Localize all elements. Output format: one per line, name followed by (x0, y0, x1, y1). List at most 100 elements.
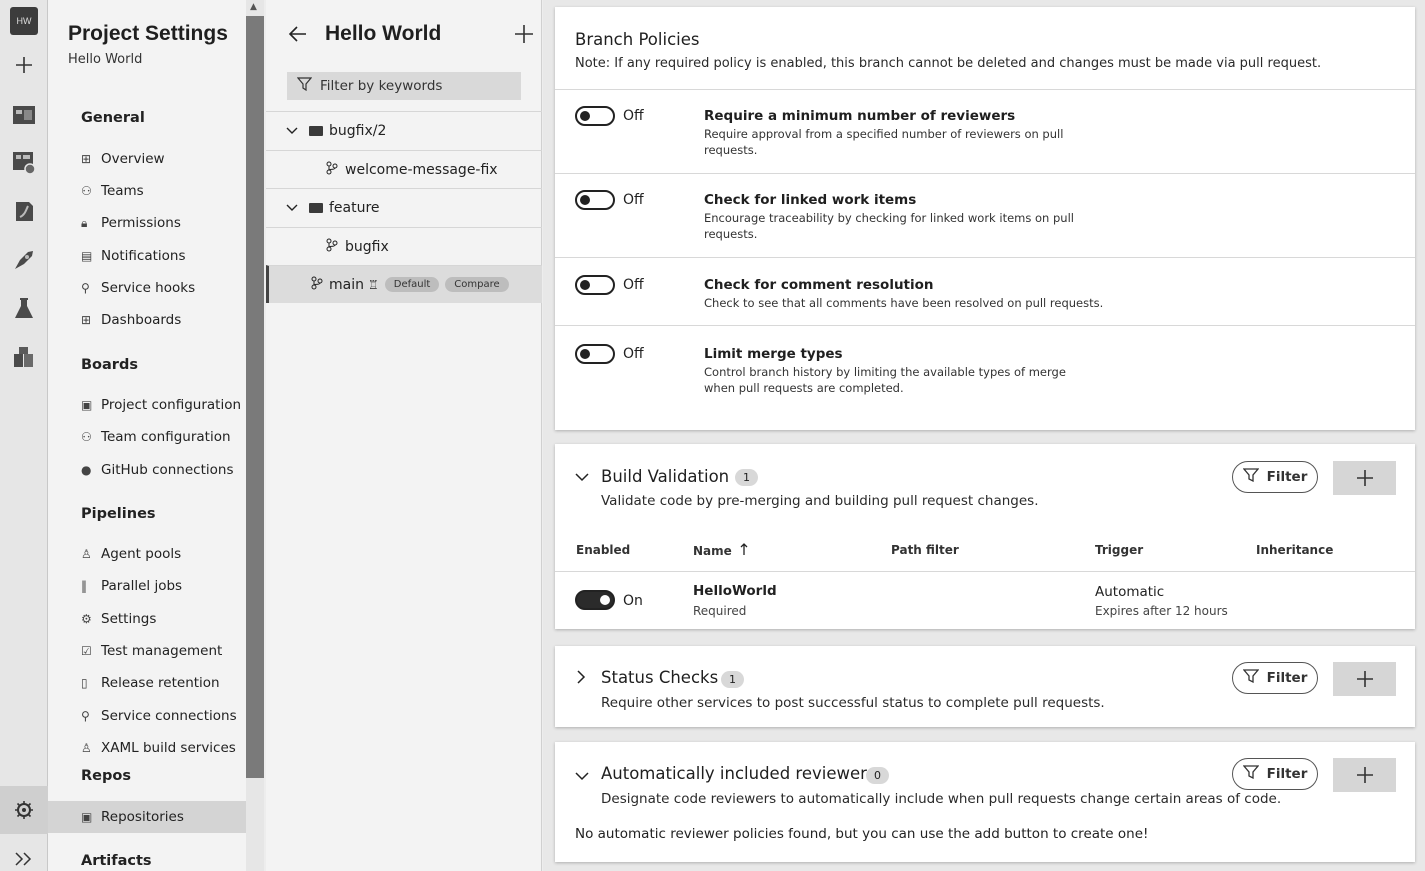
toggle-state: On (623, 593, 643, 609)
double-chevron-icon[interactable] (11, 846, 37, 871)
overview-icon: ⊞ (81, 152, 92, 166)
back-arrow-icon[interactable] (288, 24, 308, 48)
policy-desc: Encourage traceability by checking for l… (704, 211, 1074, 241)
status-checks-add-button[interactable] (1333, 662, 1396, 696)
chevron-right-icon[interactable] (577, 670, 586, 688)
pipelines-icon[interactable] (11, 247, 37, 273)
branch-icon (311, 276, 323, 294)
branch-policies-note: Note: If any required policy is enabled,… (575, 56, 1322, 71)
boards-icon[interactable] (11, 149, 37, 175)
status-checks-filter-button[interactable]: Filter (1232, 662, 1318, 694)
build-policy-name[interactable]: HelloWorld (693, 583, 777, 599)
branch-policies-title: Branch Policies (575, 30, 700, 49)
policy-min-reviewers: Off Require a minimum number of reviewer… (555, 89, 1415, 173)
app-rail: HW (0, 0, 48, 871)
nav-item-service-hooks[interactable]: ⚲ Service hooks (81, 276, 195, 300)
nav-item-notifications[interactable]: ▤ Notifications (81, 244, 186, 268)
branch-policies-card: Branch Policies Note: If any required po… (555, 7, 1415, 430)
section-pipelines: Pipelines (81, 506, 156, 522)
status-checks-card: Status Checks 1 Require other services t… (555, 646, 1415, 727)
project-avatar[interactable]: HW (10, 7, 38, 35)
tree-row-bugfix[interactable]: bugfix (266, 227, 542, 265)
build-policy-expires: Expires after 12 hours (1095, 604, 1228, 618)
nav-item-github-connections[interactable]: ● GitHub connections (81, 458, 234, 482)
table-row[interactable]: On HelloWorld Required Automatic Expires… (555, 571, 1415, 629)
repos-icon[interactable] (11, 198, 37, 224)
col-name[interactable]: Name (693, 543, 748, 559)
policy-title: Check for comment resolution (704, 277, 934, 293)
build-icon: ♙ (81, 741, 92, 755)
test-plans-icon[interactable] (11, 296, 37, 322)
add-branch-icon[interactable] (514, 22, 534, 50)
nav-item-test-management[interactable]: ☑ Test management (81, 639, 222, 663)
branch-label-main: main (329, 276, 364, 293)
repository-icon: ▣ (81, 810, 93, 824)
nav-item-repositories[interactable]: ▣ Repositories (48, 801, 246, 833)
build-validation-filter-button[interactable]: Filter (1232, 461, 1318, 493)
nav-item-overview[interactable]: ⊞ Overview (81, 147, 165, 171)
plus-icon (1356, 470, 1373, 486)
document-icon: ▣ (81, 398, 93, 412)
folder-icon (309, 125, 323, 136)
nav-item-permissions[interactable]: 🔒︎ Permissions (81, 211, 181, 235)
nav-item-service-connections[interactable]: ⚲ Service connections (81, 704, 237, 728)
nav-item-parallel-jobs[interactable]: ‖ Parallel jobs (81, 574, 182, 598)
nav-item-xaml-build-services[interactable]: ♙ XAML build services (81, 736, 236, 760)
build-validation-add-button[interactable] (1333, 461, 1396, 495)
toggle-state: Off (623, 277, 644, 293)
scroll-thumb[interactable] (246, 16, 264, 778)
notification-icon: ▤ (81, 249, 93, 263)
build-policy-required: Required (693, 604, 747, 618)
tree-row-feature[interactable]: feature (266, 188, 542, 226)
toggle-state: Off (623, 192, 644, 208)
gear-icon[interactable] (0, 786, 48, 834)
artifacts-icon[interactable] (11, 344, 37, 370)
tree-row-main[interactable]: main ♖ Default Compare (266, 265, 542, 303)
filter-icon (296, 77, 313, 95)
toggle-min-reviewers[interactable] (575, 106, 615, 126)
policy-title: Limit merge types (704, 346, 843, 362)
toggle-comment-resolution[interactable] (575, 275, 615, 295)
nav-item-release-retention[interactable]: ▯ Release retention (81, 671, 220, 695)
nav-item-dashboards[interactable]: ⊞ Dashboards (81, 308, 181, 332)
chevron-down-icon[interactable] (575, 769, 589, 785)
nav-item-project-configuration[interactable]: ▣ Project configuration (81, 393, 241, 417)
auto-reviewers-add-button[interactable] (1333, 758, 1396, 792)
plus-icon[interactable] (11, 52, 37, 78)
chevron-down-icon[interactable] (286, 201, 298, 215)
col-enabled: Enabled (576, 543, 631, 557)
nav-item-agent-pools[interactable]: ♙ Agent pools (81, 542, 181, 566)
auto-reviewers-title: Automatically included reviewers (601, 764, 876, 783)
status-checks-desc: Require other services to post successfu… (601, 695, 1105, 711)
branch-tree-panel: Hello World Filter by keywords bugfix/2 … (266, 0, 542, 871)
toggle-build-policy[interactable] (575, 590, 615, 610)
col-trigger: Trigger (1095, 543, 1144, 557)
nav-scrollbar[interactable]: ▲ (246, 0, 264, 871)
nav-item-teams[interactable]: ⚇ Teams (81, 179, 144, 203)
section-boards: Boards (81, 357, 138, 373)
tree-row-bugfix-2[interactable]: bugfix/2 (266, 111, 542, 149)
build-validation-count: 1 (735, 469, 758, 486)
section-general: General (81, 110, 145, 126)
chevron-down-icon[interactable] (286, 124, 298, 138)
auto-reviewers-filter-button[interactable]: Filter (1232, 758, 1318, 790)
nav-item-team-configuration[interactable]: ⚇ Team configuration (81, 425, 231, 449)
filter-input[interactable]: Filter by keywords (287, 72, 521, 100)
chevron-down-icon[interactable] (575, 470, 589, 486)
col-path-filter: Path filter (891, 543, 959, 557)
folder-icon (309, 202, 323, 213)
compare-button[interactable]: Compare (445, 277, 509, 292)
main-content: Branch Policies Note: If any required po… (543, 0, 1425, 871)
agent-icon: ♙ (81, 547, 92, 561)
branch-icon (326, 161, 338, 179)
nav-item-settings[interactable]: ⚙ Settings (81, 607, 156, 631)
build-validation-desc: Validate code by pre-merging and buildin… (601, 493, 1039, 509)
overview-icon[interactable] (11, 101, 37, 127)
toggle-linked-work-items[interactable] (575, 190, 615, 210)
retention-icon: ▯ (81, 676, 88, 690)
toggle-limit-merge-types[interactable] (575, 344, 615, 364)
plug-icon: ⚲ (81, 709, 90, 723)
tree-row-welcome-message-fix[interactable]: welcome-message-fix (266, 150, 542, 188)
scroll-up-icon[interactable]: ▲ (250, 2, 257, 12)
filter-icon (1242, 765, 1260, 783)
